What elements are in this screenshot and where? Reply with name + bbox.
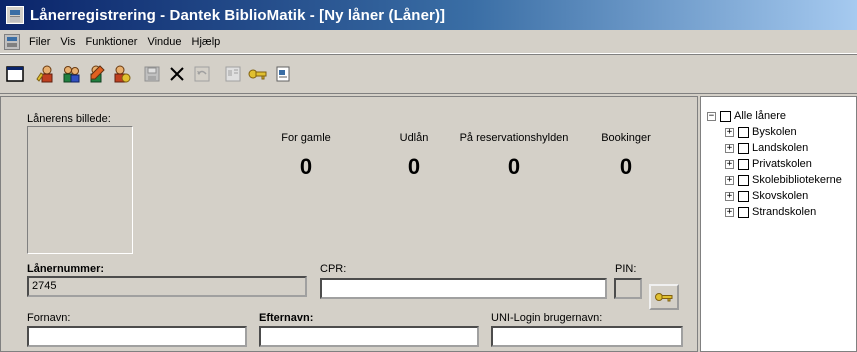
collapse-icon[interactable]: − <box>707 111 716 121</box>
stat-bookinger: Bookinger 0 <box>566 132 686 180</box>
menu-filer[interactable]: Filer <box>24 36 55 48</box>
stat-reservationshylden: På reservationshylden 0 <box>454 132 574 180</box>
tree-checkbox[interactable] <box>738 142 749 154</box>
stat-label: Bookinger <box>601 132 651 144</box>
title-bar: Lånerregistrering - Dantek BiblioMatik -… <box>0 0 857 30</box>
stat-label: For gamle <box>281 132 331 144</box>
tree-label: Skolebibliotekerne <box>752 174 842 186</box>
fornavn-field[interactable] <box>27 326 247 347</box>
stat-value: 0 <box>507 154 521 179</box>
add-user-icon[interactable] <box>35 63 57 85</box>
expand-icon[interactable]: + <box>725 191 734 201</box>
pin-label: PIN: <box>615 263 637 275</box>
expand-icon[interactable]: + <box>725 143 734 153</box>
report-icon[interactable] <box>272 63 294 85</box>
tree-label: Privatskolen <box>752 158 812 170</box>
stat-value: 0 <box>619 154 633 179</box>
efternavn-label: Efternavn: <box>259 312 314 324</box>
tree-item-root[interactable]: − Alle lånere <box>707 109 786 123</box>
tree-label: Byskolen <box>752 126 797 138</box>
lanernummer-field[interactable]: 2745 <box>27 276 307 297</box>
lanernummer-label: Lånernummer: <box>27 263 105 275</box>
tree-checkbox[interactable] <box>738 174 749 186</box>
cpr-label: CPR: <box>320 263 347 275</box>
tree-checkbox[interactable] <box>738 206 749 218</box>
tree-item-skovskolen[interactable]: + Skovskolen <box>725 189 808 203</box>
save-icon[interactable] <box>141 63 163 85</box>
expand-icon[interactable]: + <box>725 175 734 185</box>
tree-checkbox[interactable] <box>738 158 749 170</box>
users-icon[interactable] <box>60 63 82 85</box>
stat-label: På reservationshylden <box>459 132 569 144</box>
app-icon[interactable] <box>6 6 24 24</box>
undo-icon[interactable] <box>191 63 213 85</box>
window-icon[interactable] <box>4 63 26 85</box>
cpr-field[interactable] <box>320 278 607 299</box>
tree-label: Landskolen <box>752 142 809 154</box>
photo-label: Lånerens billede: <box>27 113 111 125</box>
tree-item-strandskolen[interactable]: + Strandskolen <box>725 205 816 219</box>
menu-funktioner[interactable]: Funktioner <box>80 36 142 48</box>
tree-label: Skovskolen <box>752 190 809 202</box>
key-icon <box>655 293 673 302</box>
photo-frame[interactable] <box>27 126 133 254</box>
properties-icon[interactable] <box>222 63 244 85</box>
tree-item-byskolen[interactable]: + Byskolen <box>725 125 797 139</box>
efternavn-field[interactable] <box>259 326 479 347</box>
window-title: Lånerregistrering - Dantek BiblioMatik -… <box>30 6 446 24</box>
expand-icon[interactable]: + <box>725 159 734 169</box>
tree-item-landskolen[interactable]: + Landskolen <box>725 141 808 155</box>
tree-label: Alle lånere <box>734 110 786 122</box>
menu-vis[interactable]: Vis <box>55 36 80 48</box>
pin-key-button[interactable] <box>649 284 679 310</box>
uni-login-label: UNI-Login brugernavn: <box>491 312 603 324</box>
menu-hjaelp[interactable]: Hjælp <box>187 36 226 48</box>
menu-vindue[interactable]: Vindue <box>142 36 186 48</box>
tree-item-privatskolen[interactable]: + Privatskolen <box>725 157 812 171</box>
fornavn-label: Fornavn: <box>27 312 71 324</box>
toolbar <box>0 54 857 94</box>
tree-label: Strandskolen <box>752 206 817 218</box>
key-icon[interactable] <box>247 63 269 85</box>
tree-checkbox[interactable] <box>738 190 749 202</box>
tree-item-skolebibliotekerne[interactable]: + Skolebibliotekerne <box>725 173 842 187</box>
expand-icon[interactable]: + <box>725 207 734 217</box>
expand-icon[interactable]: + <box>725 127 734 137</box>
tree-checkbox[interactable] <box>720 110 731 122</box>
uni-login-field[interactable] <box>491 326 683 347</box>
stat-value: 0 <box>299 154 313 179</box>
tree-checkbox[interactable] <box>738 126 749 138</box>
borrower-tree: − Alle lånere + Byskolen + Landskolen + … <box>700 96 857 352</box>
stat-for-gamle: For gamle 0 <box>246 132 366 180</box>
user-edit-icon[interactable] <box>85 63 107 85</box>
delete-icon[interactable] <box>166 63 188 85</box>
child-window-icon[interactable] <box>4 33 20 50</box>
borrower-form-panel: Lånerens billede: For gamle 0 Udlån 0 På… <box>0 96 698 352</box>
pin-field[interactable] <box>614 278 642 299</box>
menu-bar: Filer Vis Funktioner Vindue Hjælp <box>0 30 857 54</box>
user-delete-icon[interactable] <box>110 63 132 85</box>
